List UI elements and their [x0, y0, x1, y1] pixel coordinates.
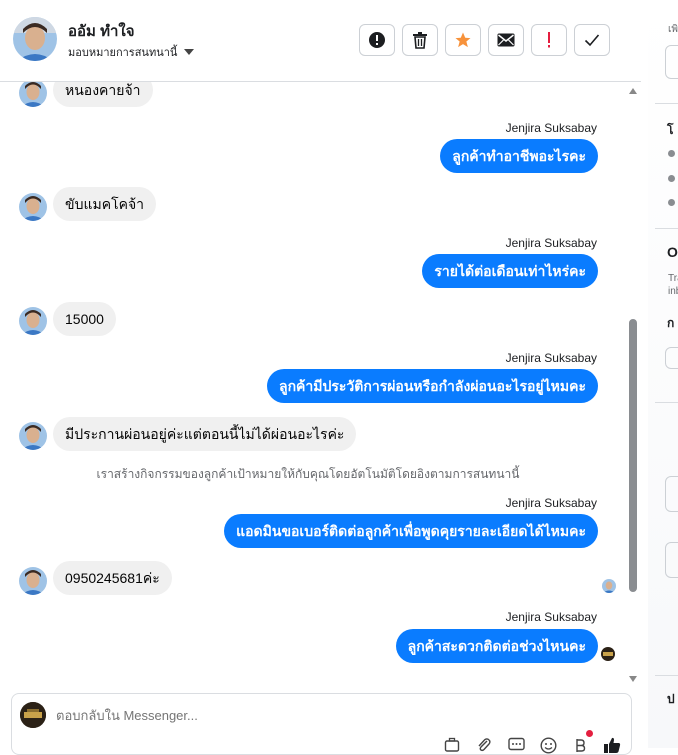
assign-label: มอบหมายการสนทนานี้: [68, 47, 178, 59]
sender-name: Jenjira Suksabay: [505, 351, 597, 365]
chat-bubble-icon: [507, 737, 525, 751]
star-button[interactable]: [445, 24, 481, 56]
divider: [655, 103, 678, 104]
side-section-title: ก: [667, 316, 675, 330]
outgoing-message[interactable]: ลูกค้าสะดวกติดต่อช่วงไหนคะ: [395, 629, 598, 663]
outgoing-message[interactable]: ลูกค้าทำอาชีพอะไรคะ: [440, 139, 598, 173]
outgoing-message[interactable]: ลูกค้ามีประวัติการผ่อนหรือกำลังผ่อนอะไรอ…: [266, 369, 598, 403]
flag-button[interactable]: [531, 24, 567, 56]
scroll-up-arrow-icon[interactable]: [629, 88, 637, 94]
reply-composer: [11, 693, 632, 755]
payment-button[interactable]: [571, 730, 593, 754]
outgoing-message[interactable]: รายได้ต่อเดือนเท่าไหร่คะ: [422, 254, 598, 288]
composer-toolbar: [443, 730, 621, 754]
side-section-title: โ: [667, 123, 674, 137]
notification-dot: [586, 730, 593, 737]
saved-replies-button[interactable]: [443, 736, 461, 754]
outgoing-message[interactable]: แอดมินขอเบอร์ติดต่อลูกค้าเพื่อพูดคุยรายล…: [224, 514, 598, 548]
incoming-message[interactable]: มีประกานผ่อนอยู่ค่ะแต่ตอนนี้ไม่ได้ผ่อนอะ…: [53, 417, 357, 451]
mark-done-button[interactable]: [574, 24, 610, 56]
star-icon: [455, 32, 471, 48]
contact-avatar-small: [19, 82, 47, 107]
mail-icon: [497, 33, 515, 47]
thumbs-up-icon: [604, 737, 621, 753]
divider: [655, 228, 678, 229]
conversation-header: ออัม ทำใจ มอบหมายการสนทนานี้: [0, 0, 641, 82]
contact-avatar-small: [19, 193, 47, 221]
divider: [655, 675, 678, 676]
location-icon: [668, 175, 675, 182]
contact-details-panel: เพิ โ O Tra inb ก ป: [641, 0, 678, 748]
contact-avatar[interactable]: [13, 17, 57, 61]
chat-panel: ออัม ทำใจ มอบหมายการสนทนานี้ หนองคายจ้า …: [0, 0, 642, 755]
side-section-title: ป: [667, 692, 675, 706]
side-input-box[interactable]: [665, 45, 678, 79]
location-icon: [668, 199, 675, 206]
contact-name: ออัม ทำใจ: [68, 23, 135, 40]
attach-button[interactable]: [475, 736, 493, 754]
emoji-button[interactable]: [539, 736, 557, 754]
chevron-down-icon: [184, 49, 195, 55]
page-avatar: [20, 702, 46, 728]
chat-options-button[interactable]: [507, 736, 525, 754]
header-actions: [359, 24, 610, 56]
side-panel-text: inb: [668, 286, 678, 297]
report-button[interactable]: [359, 24, 395, 56]
message-scrollbar[interactable]: [626, 82, 640, 688]
assign-conversation-dropdown[interactable]: มอบหมายการสนทนานี้: [68, 43, 195, 61]
scroll-thumb[interactable]: [629, 319, 637, 592]
side-section-title: O: [667, 244, 678, 260]
exclamation-icon: [548, 32, 550, 48]
contact-avatar-small: [19, 422, 47, 450]
like-button[interactable]: [603, 736, 621, 754]
side-dropdown[interactable]: [665, 347, 678, 369]
sender-name: Jenjira Suksabay: [505, 496, 597, 510]
mark-unread-button[interactable]: [488, 24, 524, 56]
briefcase-icon: [444, 737, 460, 752]
side-card[interactable]: [665, 542, 678, 578]
incoming-message[interactable]: 0950245681ค่ะ: [53, 561, 172, 595]
scroll-down-arrow-icon[interactable]: [629, 676, 637, 682]
side-panel-background: [648, 0, 678, 748]
sender-name: Jenjira Suksabay: [505, 236, 597, 250]
clock-icon: [668, 150, 675, 157]
trash-icon: [413, 32, 427, 49]
sender-name: Jenjira Suksabay: [505, 610, 597, 624]
incoming-message[interactable]: หนองคายจ้า: [53, 82, 153, 107]
message-thread: หนองคายจ้า Jenjira Suksabay ลูกค้าทำอาชี…: [0, 82, 626, 688]
contact-avatar-small: [19, 307, 47, 335]
incoming-message[interactable]: ขับแมคโคจ้า: [53, 187, 157, 221]
sender-name: Jenjira Suksabay: [505, 121, 597, 135]
contact-avatar-small: [19, 567, 47, 595]
page-avatar-small: [601, 647, 615, 661]
currency-icon: [576, 738, 586, 752]
incoming-message[interactable]: 15000: [53, 302, 116, 336]
side-panel-text: Tra: [668, 273, 678, 284]
delete-button[interactable]: [402, 24, 438, 56]
smiley-icon: [539, 736, 557, 754]
system-note: เราสร้างกิจกรรมของลูกค้าเป้าหมายให้กับคุ…: [96, 467, 520, 481]
side-panel-text: เพิ: [668, 24, 678, 35]
check-icon: [584, 34, 600, 47]
reply-input[interactable]: [56, 708, 456, 723]
alert-circle-icon: [369, 32, 385, 48]
seen-indicator-avatar: [602, 579, 616, 593]
paperclip-icon: [478, 738, 491, 752]
side-card[interactable]: [665, 476, 678, 512]
divider: [655, 402, 678, 403]
